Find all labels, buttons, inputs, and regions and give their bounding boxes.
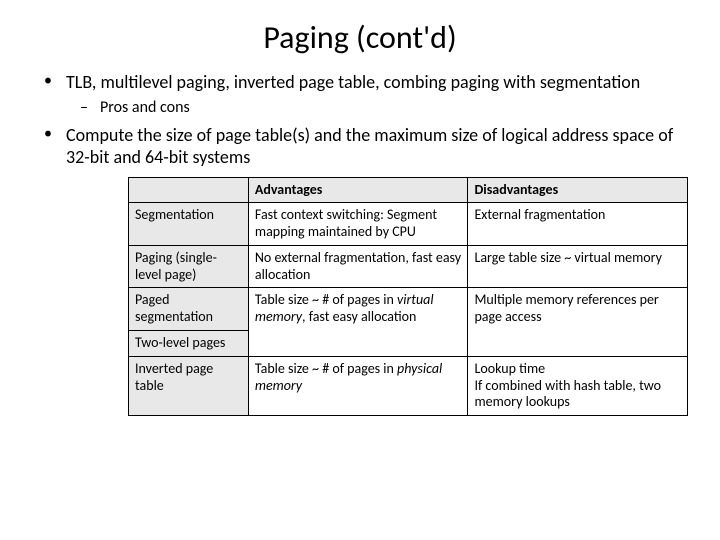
row-inverted-adv-pre: Table size ~ # of pages in (255, 360, 397, 377)
row-pagedseg-adv: Table size ~ # of pages in virtual memor… (248, 288, 468, 356)
row-inverted-adv: Table size ~ # of pages in physical memo… (248, 356, 468, 415)
table-header-row: Advantages Disadvantages (129, 177, 688, 203)
bullet-1-sublist: Pros and cons (66, 98, 692, 118)
row-paging-dis: Large table size ~ virtual memory (468, 245, 688, 288)
row-paging-adv: No external fragmentation, fast easy all… (248, 245, 468, 288)
bullet-1-text: TLB, multilevel paging, inverted page ta… (66, 71, 640, 93)
row-pagedseg-adv-post: , fast easy allocation (302, 308, 416, 325)
comparison-table: Advantages Disadvantages Segmentation Fa… (128, 177, 688, 417)
bullet-2: Compute the size of page table(s) and th… (58, 124, 692, 169)
row-inverted-name: Inverted page table (129, 356, 249, 415)
header-disadvantages: Disadvantages (468, 177, 688, 203)
row-pagedseg-name1: Paged segmentation (129, 288, 249, 331)
row-pagedseg-dis: Multiple memory references per page acce… (468, 288, 688, 356)
row-pagedseg-adv-pre: Table size ~ # of pages in (255, 291, 397, 308)
table-row: Segmentation Fast context switching: Seg… (129, 203, 688, 246)
bullet-1-sub-1: Pros and cons (94, 98, 692, 118)
header-advantages: Advantages (248, 177, 468, 203)
row-inverted-dis: Lookup time If combined with hash table,… (468, 356, 688, 415)
header-blank (129, 177, 249, 203)
slide: Paging (cont'd) TLB, multilevel paging, … (0, 0, 720, 436)
comparison-table-wrap: Advantages Disadvantages Segmentation Fa… (128, 177, 688, 417)
row-seg-name: Segmentation (129, 203, 249, 246)
page-title: Paging (cont'd) (28, 18, 692, 57)
row-paging-name: Paging (single-level page) (129, 245, 249, 288)
row-seg-adv: Fast context switching: Segment mapping … (248, 203, 468, 246)
table-row: Paged segmentation Table size ~ # of pag… (129, 288, 688, 331)
row-seg-dis: External fragmentation (468, 203, 688, 246)
bullet-list: TLB, multilevel paging, inverted page ta… (28, 71, 692, 169)
table-row: Paging (single-level page) No external f… (129, 245, 688, 288)
row-pagedseg-name2: Two-level pages (129, 331, 249, 357)
table-row: Inverted page table Table size ~ # of pa… (129, 356, 688, 415)
bullet-1: TLB, multilevel paging, inverted page ta… (58, 71, 692, 118)
